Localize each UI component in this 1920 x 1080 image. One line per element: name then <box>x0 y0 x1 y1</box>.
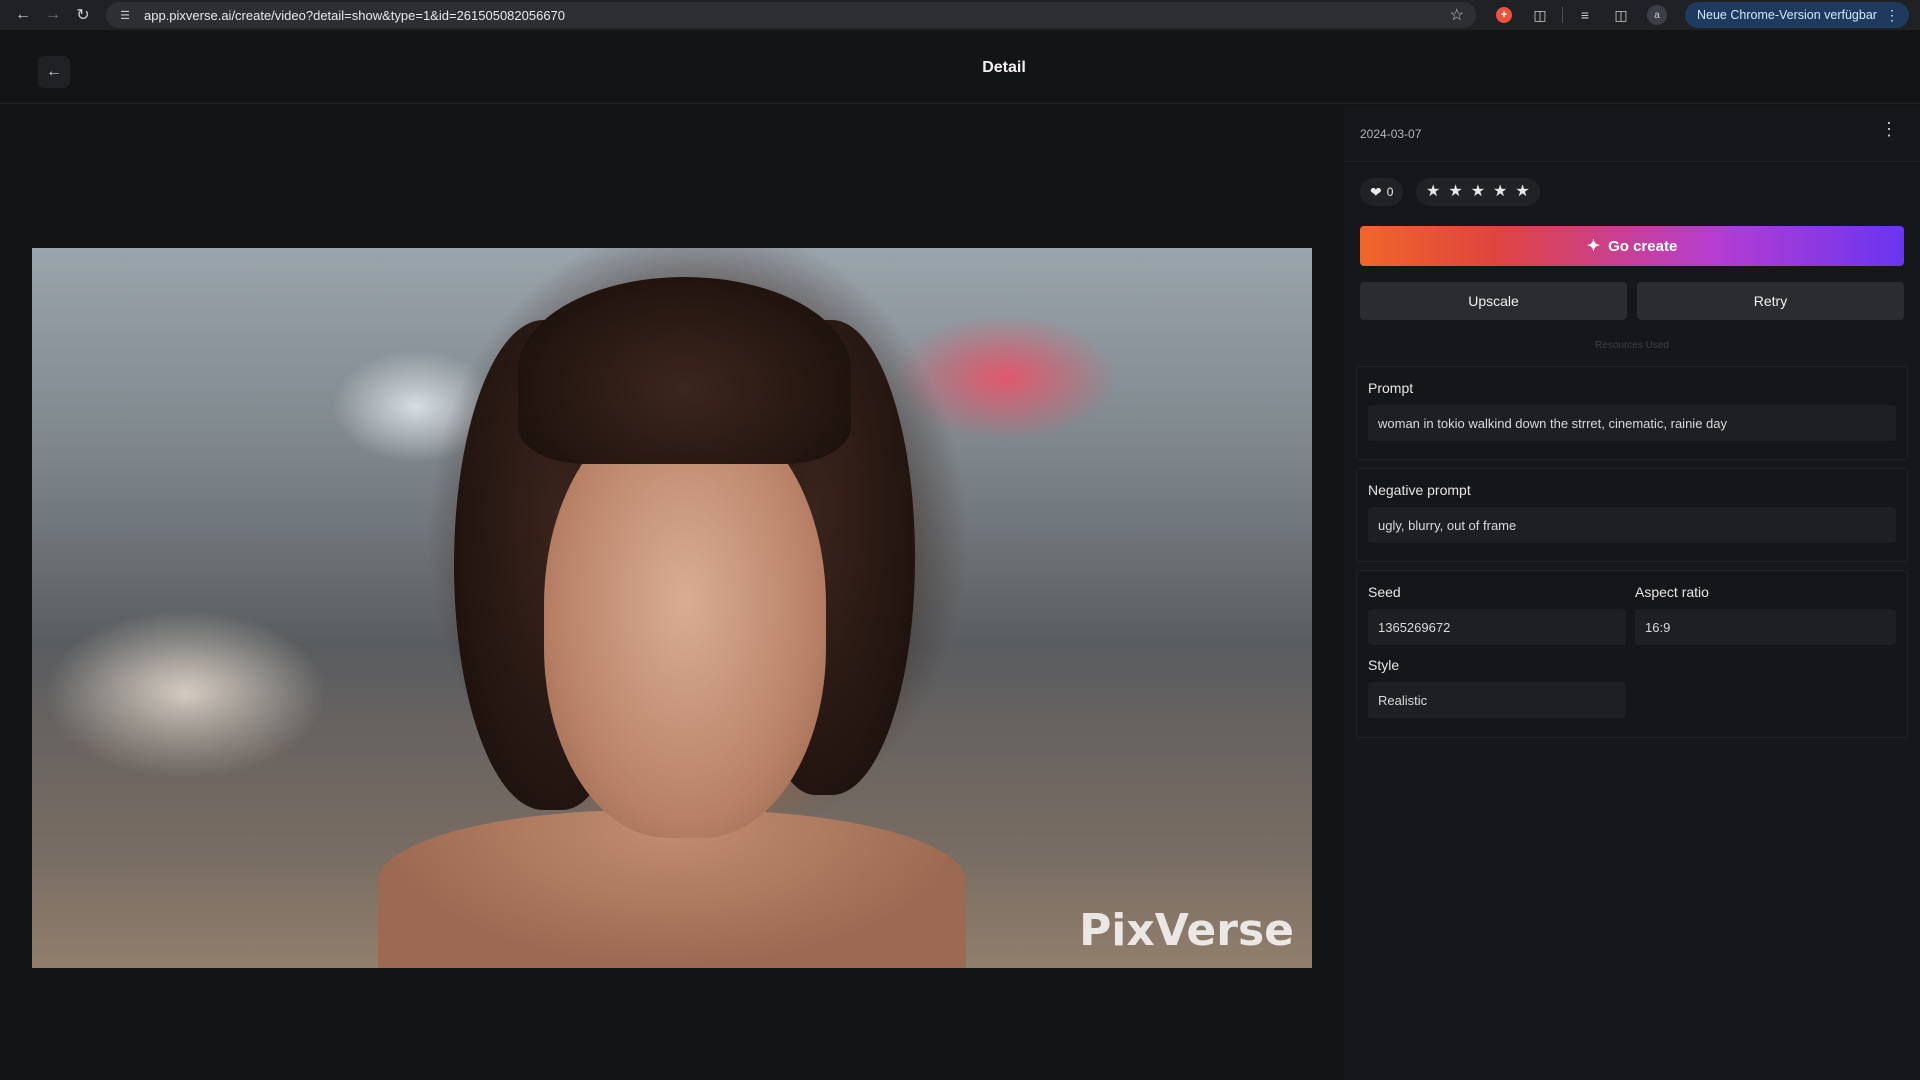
heart-icon: ❤ <box>1370 183 1382 200</box>
go-create-label: Go create <box>1608 237 1678 255</box>
star-icon[interactable]: ★ <box>1493 184 1507 200</box>
upscale-label: Upscale <box>1468 293 1519 309</box>
rating-stars[interactable]: ★ ★ ★ ★ ★ <box>1416 178 1540 206</box>
browser-toolbar: ← → ↻ ☰ app.pixverse.ai/create/video?det… <box>0 0 1920 30</box>
style-label: Style <box>1368 657 1400 673</box>
extensions-puzzle-icon[interactable]: ◫ <box>1522 2 1558 28</box>
seed-label: Seed <box>1368 584 1401 600</box>
settings-card: Seed 1365269672 Aspect ratio 16:9 Style … <box>1356 570 1908 738</box>
address-bar[interactable]: ☰ app.pixverse.ai/create/video?detail=sh… <box>106 2 1476 28</box>
browser-back-icon[interactable]: ← <box>8 2 38 28</box>
video-frame-detail <box>544 406 826 839</box>
star-icon[interactable]: ★ <box>1471 184 1485 200</box>
detail-panel: 2024-03-07 ⋮ ❤ 0 ★ ★ ★ ★ ★ ✦ Go create U… <box>1344 106 1920 1080</box>
pixverse-watermark: PixVerse <box>1079 905 1294 956</box>
browser-forward-icon[interactable]: → <box>38 2 68 28</box>
resources-used-label: Resources Used <box>1595 340 1669 351</box>
video-preview[interactable]: PixVerse <box>32 248 1312 968</box>
app-header: ← Detail <box>0 38 1920 104</box>
negative-prompt-card: Negative prompt ugly, blurry, out of fra… <box>1356 468 1908 562</box>
bookmark-star-icon[interactable]: ☆ <box>1450 5 1464 25</box>
chrome-menu-icon[interactable]: ⋮ <box>1885 7 1899 24</box>
extension-icons: + ◫ ≡ ◫ a <box>1486 2 1675 28</box>
date-row: 2024-03-07 ⋮ <box>1344 106 1920 162</box>
media-queue-icon[interactable]: ≡ <box>1567 2 1603 28</box>
star-icon[interactable]: ★ <box>1515 184 1529 200</box>
extension-red-icon[interactable]: + <box>1486 2 1522 28</box>
profile-avatar[interactable]: a <box>1639 2 1675 28</box>
retry-label: Retry <box>1753 293 1788 309</box>
negative-prompt-label: Negative prompt <box>1368 482 1471 498</box>
page-title: Detail <box>982 59 1026 76</box>
browser-nav: ← → ↻ <box>8 2 98 28</box>
site-info-icon[interactable]: ☰ <box>116 6 134 24</box>
style-value: Realistic <box>1368 682 1626 718</box>
sparkle-icon: ✦ <box>1586 238 1601 255</box>
creation-date: 2024-03-07 <box>1360 127 1422 141</box>
chrome-update-label: Neue Chrome-Version verfügbar <box>1697 8 1877 22</box>
star-icon[interactable]: ★ <box>1426 184 1440 200</box>
negative-prompt-value: ugly, blurry, out of frame <box>1368 507 1896 543</box>
star-icon[interactable]: ★ <box>1448 184 1462 200</box>
seed-value: 1365269672 <box>1368 609 1626 645</box>
prompt-value: woman in tokio walkind down the strret, … <box>1368 405 1896 441</box>
aspect-ratio-label: Aspect ratio <box>1635 584 1709 600</box>
go-create-button[interactable]: ✦ Go create <box>1360 226 1904 266</box>
chrome-update-button[interactable]: Neue Chrome-Version verfügbar ⋮ <box>1685 2 1909 28</box>
more-options-icon[interactable]: ⋮ <box>1880 120 1898 138</box>
prompt-label: Prompt <box>1368 380 1414 396</box>
retry-button[interactable]: Retry <box>1637 282 1904 320</box>
side-panel-icon[interactable]: ◫ <box>1603 2 1639 28</box>
aspect-ratio-value: 16:9 <box>1635 609 1896 645</box>
reload-icon[interactable]: ↻ <box>68 2 98 28</box>
video-frame-detail <box>518 276 852 464</box>
like-button[interactable]: ❤ 0 <box>1360 178 1404 206</box>
upscale-button[interactable]: Upscale <box>1360 282 1627 320</box>
url-text[interactable]: app.pixverse.ai/create/video?detail=show… <box>144 8 565 23</box>
prompt-card: Prompt woman in tokio walkind down the s… <box>1356 366 1908 460</box>
toolbar-divider <box>1562 7 1563 23</box>
like-count: 0 <box>1386 185 1394 199</box>
